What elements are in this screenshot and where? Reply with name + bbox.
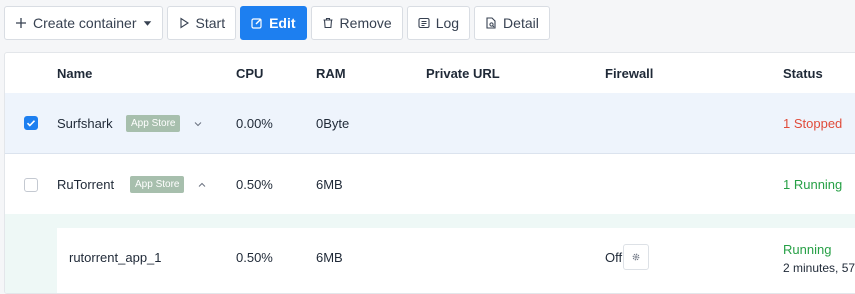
ram-value: 6MB xyxy=(316,177,343,192)
start-button[interactable]: Start xyxy=(166,6,237,40)
firewall-settings-button[interactable] xyxy=(623,244,649,270)
expanded-row: rutorrent_app_1 0.50% 6MB Off Running 2 … xyxy=(5,214,855,293)
ram-value: 0Byte xyxy=(316,116,350,131)
child-container-row[interactable]: rutorrent_app_1 0.50% 6MB Off Running 2 … xyxy=(57,228,855,293)
trash-icon xyxy=(323,17,333,29)
header-firewall: Firewall xyxy=(605,66,654,81)
container-name[interactable]: RuTorrent xyxy=(57,177,114,192)
container-name[interactable]: Surfshark xyxy=(57,116,113,131)
detail-icon xyxy=(486,17,496,29)
toolbar: Create container Start Edit Remove Log D… xyxy=(4,6,550,42)
status-badge: 1 Stopped xyxy=(783,116,843,131)
log-button[interactable]: Log xyxy=(406,6,471,40)
caret-down-icon xyxy=(143,20,151,26)
edit-label: Edit xyxy=(269,15,296,31)
uptime-text: 2 minutes, 57 xyxy=(783,261,855,275)
log-label: Log xyxy=(435,15,460,31)
header-private-url: Private URL xyxy=(426,66,500,81)
firewall-value: Off xyxy=(605,250,623,265)
header-ram[interactable]: RAM xyxy=(316,66,346,81)
plus-icon xyxy=(16,18,26,28)
row-checkbox[interactable] xyxy=(24,116,38,130)
start-label: Start xyxy=(195,15,226,31)
header-cpu[interactable]: CPU xyxy=(236,66,263,81)
child-container-name: rutorrent_app_1 xyxy=(69,250,162,265)
detail-button[interactable]: Detail xyxy=(474,6,550,40)
table-header: Name CPU RAM Private URL Firewall Status xyxy=(5,53,855,94)
play-icon xyxy=(179,17,189,29)
child-cpu-value: 0.50% xyxy=(236,250,273,265)
create-container-button[interactable]: Create container xyxy=(4,6,163,40)
row-checkbox[interactable] xyxy=(24,178,38,192)
header-name[interactable]: Name xyxy=(57,66,92,81)
edit-button[interactable]: Edit xyxy=(240,6,307,40)
table-row[interactable]: RuTorrent App Store 0.50% 6MB 1 Running xyxy=(5,154,855,214)
check-icon xyxy=(26,120,36,127)
gear-icon xyxy=(632,253,640,261)
table-row[interactable]: Surfshark App Store 0.00% 0Byte 1 Stoppe… xyxy=(5,93,855,154)
child-ram-value: 6MB xyxy=(316,250,343,265)
create-container-label: Create container xyxy=(33,15,137,31)
child-status: Running xyxy=(783,242,832,257)
status-badge: 1 Running xyxy=(783,177,843,192)
chevron-down-icon[interactable] xyxy=(193,119,203,129)
log-icon xyxy=(418,17,430,29)
app-store-badge: App Store xyxy=(130,176,185,193)
cpu-value: 0.00% xyxy=(236,116,273,131)
detail-label: Detail xyxy=(503,15,539,31)
app-store-badge: App Store xyxy=(126,115,181,132)
edit-icon xyxy=(251,18,262,29)
remove-button[interactable]: Remove xyxy=(310,6,403,40)
container-table: Name CPU RAM Private URL Firewall Status… xyxy=(4,52,855,294)
remove-label: Remove xyxy=(339,15,392,31)
cpu-value: 0.50% xyxy=(236,177,273,192)
chevron-up-icon[interactable] xyxy=(197,180,207,190)
header-status[interactable]: Status xyxy=(783,66,823,81)
